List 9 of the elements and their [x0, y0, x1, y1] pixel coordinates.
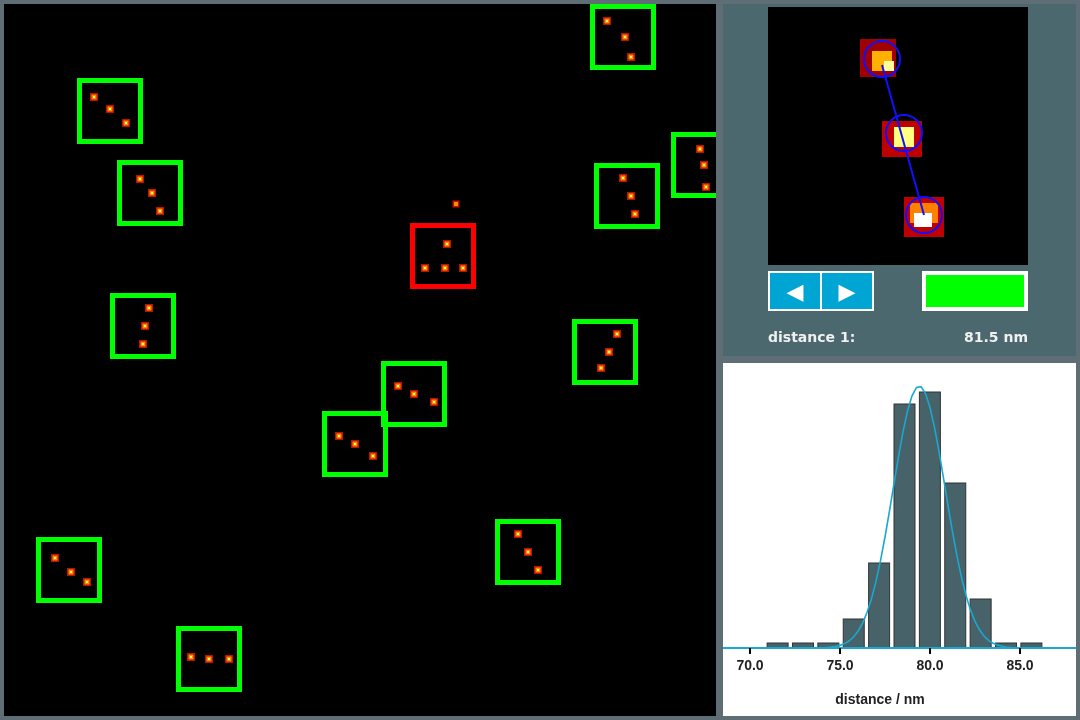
tick-label: 85.0 — [1006, 657, 1034, 673]
previous-button[interactable]: ◀ — [770, 273, 820, 309]
axis-label: distance / nm — [835, 691, 925, 707]
next-button[interactable]: ▶ — [822, 273, 872, 309]
tick-label: 70.0 — [736, 657, 764, 673]
tick-label: 80.0 — [916, 657, 944, 673]
distance-label: distance 1: — [768, 329, 856, 345]
tick-label: 75.0 — [826, 657, 854, 673]
distance-value: 81.5 nm — [964, 329, 1028, 345]
